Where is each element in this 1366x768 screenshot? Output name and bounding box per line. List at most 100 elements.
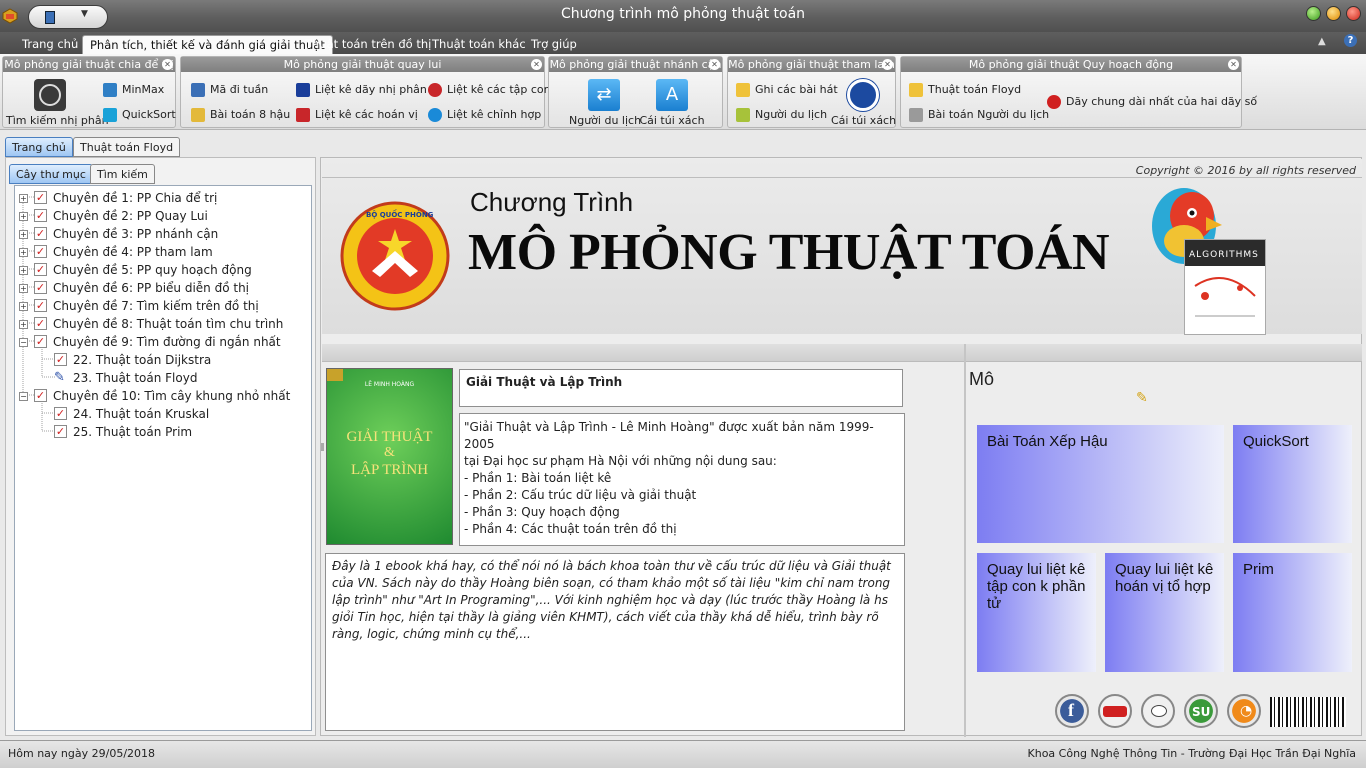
greedy-knapsack-button[interactable]: Cái túi xách	[831, 79, 896, 127]
banner-title: MÔ PHỎNG THUẬT TOÁN	[468, 224, 1110, 281]
mobile-illustration	[1194, 277, 1256, 317]
collapse-ribbon-icon[interactable]: ▲	[1318, 36, 1326, 47]
minimize-button[interactable]	[1306, 6, 1321, 21]
tab-phan-tich[interactable]: Phân tích, thiết kế và đánh giá giải thu…	[82, 35, 333, 54]
expand-icon[interactable]: +	[19, 320, 28, 329]
tree-node[interactable]: + ✓ Chuyên đề 4: PP tham lam	[15, 243, 311, 261]
main-panel: Copyright © 2016 by all rights reserved …	[320, 157, 1362, 737]
tab-khac[interactable]: Thuật toán khác	[425, 35, 533, 54]
tree-node-label: Chuyên đề 3: PP nhánh cận	[53, 227, 219, 241]
tile-prim[interactable]: Prim	[1233, 553, 1352, 672]
tile-quicksort[interactable]: QuickSort	[1233, 425, 1352, 543]
expand-icon[interactable]: +	[19, 266, 28, 275]
tree-node-label: Chuyên đề 9: Tìm đường đi ngắn nhất	[53, 335, 281, 349]
bnb-tsp-button[interactable]: ⇄ Người du lịch	[569, 79, 641, 127]
tree-node[interactable]: + ✓ Chuyên đề 1: PP Chia để trị	[15, 189, 311, 207]
collapse-icon[interactable]: −	[19, 338, 28, 347]
description-line: - Phần 1: Bài toán liệt kê	[464, 471, 612, 485]
tree-node[interactable]: + ✓ Chuyên đề 6: PP biểu diễn đồ thị	[15, 279, 311, 297]
expand-icon[interactable]: +	[19, 212, 28, 221]
doc-tab-home[interactable]: Trang chủ	[5, 137, 73, 157]
pencil-icon[interactable]: ✎	[54, 369, 65, 387]
tree-node-label: Chuyên đề 7: Tìm kiếm trên đồ thị	[53, 299, 259, 313]
splitter[interactable]	[964, 344, 966, 737]
binary-search-label: Tìm kiếm nhị phân	[6, 114, 109, 127]
tree-leaf[interactable]: ✎ 23. Thuật toán Floyd	[15, 369, 311, 387]
maximize-button[interactable]	[1326, 6, 1341, 21]
expand-icon[interactable]: +	[19, 194, 28, 203]
splitter-grip[interactable]	[321, 443, 324, 451]
tree-node[interactable]: − ✓ Chuyên đề 10: Tìm cây khung nhỏ nhất	[15, 387, 311, 405]
group-close-icon[interactable]: ✕	[162, 59, 173, 70]
lcs-icon	[1047, 95, 1061, 109]
rss-icon[interactable]: ◔	[1227, 694, 1261, 728]
group-title: Mô phỏng giải thuật quay lui	[181, 57, 544, 72]
status-date: Hôm nay ngày 29/05/2018	[8, 747, 156, 760]
group-close-icon[interactable]: ✕	[882, 59, 893, 70]
tree-leaf[interactable]: ✓ 25. Thuật toán Prim	[15, 423, 311, 441]
checkbox-checked-icon[interactable]: ✓	[34, 263, 47, 276]
group-close-icon[interactable]: ✕	[709, 59, 720, 70]
group-close-icon[interactable]: ✕	[1228, 59, 1239, 70]
checkbox-checked-icon[interactable]: ✓	[34, 209, 47, 222]
close-button[interactable]	[1346, 6, 1361, 21]
bookmark-icon	[327, 369, 343, 381]
minmax-icon	[103, 83, 117, 97]
tile-permutations[interactable]: Quay lui liệt kê hoán vị tổ hợp	[1105, 553, 1224, 672]
checkbox-checked-icon[interactable]: ✓	[34, 245, 47, 258]
help-icon[interactable]: ?	[1344, 34, 1357, 47]
tab-do-thi[interactable]: Thuật toán trên đồ thị	[298, 35, 438, 54]
expand-icon[interactable]: +	[19, 230, 28, 239]
tab-search[interactable]: Tìm kiếm	[90, 164, 155, 184]
expand-icon[interactable]: +	[19, 248, 28, 257]
tree-node[interactable]: + ✓ Chuyên đề 5: PP quy hoạch động	[15, 261, 311, 279]
group-close-icon[interactable]: ✕	[531, 59, 542, 70]
ribbon-tab-bar: Trang chủ Phân tích, thiết kế và đánh gi…	[0, 32, 1366, 54]
reddit-icon[interactable]	[1141, 694, 1175, 728]
doc-tab-floyd[interactable]: Thuật toán Floyd	[73, 137, 181, 157]
tab-tro-giup[interactable]: Trợ giúp	[524, 35, 584, 54]
checkbox-checked-icon[interactable]: ✓	[54, 425, 67, 438]
tiles-section-header	[966, 344, 1362, 362]
stumbleupon-icon[interactable]: SU	[1184, 694, 1218, 728]
youtube-icon[interactable]	[1098, 694, 1132, 728]
facebook-icon[interactable]: f	[1055, 694, 1089, 728]
note-icon	[736, 83, 750, 97]
binary-search-button[interactable]: Tìm kiếm nhị phân	[6, 79, 109, 127]
tree-leaf[interactable]: ✓ 22. Thuật toán Dijkstra	[15, 351, 311, 369]
tree-node[interactable]: + ✓ Chuyên đề 3: PP nhánh cận	[15, 225, 311, 243]
book-cover[interactable]: LÊ MINH HOÀNG GIẢI THUẬT & LẬP TRÌNH	[326, 368, 453, 545]
checkbox-checked-icon[interactable]: ✓	[34, 281, 47, 294]
checkbox-checked-icon[interactable]: ✓	[34, 389, 47, 402]
checkbox-checked-icon[interactable]: ✓	[54, 407, 67, 420]
group-quy-hoach-dong: Mô phỏng giải thuật Quy hoạch động ✕ Thu…	[900, 56, 1257, 128]
tile-eight-queens[interactable]: Bài Toán Xếp Hậu	[977, 425, 1224, 543]
ribbon: Mô phỏng giải thuật chia để trị ✕ Tìm ki…	[0, 54, 1366, 130]
checkbox-checked-icon[interactable]: ✓	[34, 191, 47, 204]
document-tabs: Trang chủ Thuật toán Floyd	[0, 131, 1366, 157]
tree-node[interactable]: + ✓ Chuyên đề 7: Tìm kiếm trên đồ thị	[15, 297, 311, 315]
group-title: Mô phỏng giải thuật Quy hoạch động	[901, 57, 1241, 72]
topic-tree[interactable]: + ✓ Chuyên đề 1: PP Chia để trị + ✓ Chuyên đề…	[14, 185, 312, 731]
banner: Copyright © 2016 by all rights reserved …	[322, 159, 1362, 335]
tree-node[interactable]: + ✓ Chuyên đề 8: Thuật toán tìm chu trình	[15, 315, 311, 333]
tree-leaf[interactable]: ✓ 24. Thuật toán Kruskal	[15, 405, 311, 423]
checkbox-checked-icon[interactable]: ✓	[34, 299, 47, 312]
tree-node-label: Chuyên đề 6: PP biểu diễn đồ thị	[53, 281, 250, 295]
bnb-knapsack-button[interactable]: A Cái túi xách	[637, 79, 707, 127]
collapse-icon[interactable]: −	[19, 392, 28, 401]
tree-node[interactable]: − ✓ Chuyên đề 9: Tìm đường đi ngắn nhất	[15, 333, 311, 351]
tree-node-label: Chuyên đề 1: PP Chia để trị	[53, 191, 218, 205]
tile-subsets[interactable]: Quay lui liệt kê tập con k phần tử	[977, 553, 1096, 672]
tree-node[interactable]: + ✓ Chuyên đề 2: PP Quay Lui	[15, 207, 311, 225]
checkbox-checked-icon[interactable]: ✓	[34, 335, 47, 348]
expand-icon[interactable]: +	[19, 302, 28, 311]
checkbox-checked-icon[interactable]: ✓	[34, 227, 47, 240]
group-quay-lui: Mô phỏng giải thuật quay lui ✕ Mã đi tuầ…	[180, 56, 551, 128]
expand-icon[interactable]: +	[19, 284, 28, 293]
tab-trang-chu[interactable]: Trang chủ	[15, 35, 85, 54]
tab-tree[interactable]: Cây thư mục	[9, 164, 93, 184]
checkbox-checked-icon[interactable]: ✓	[54, 353, 67, 366]
group-title: Mô phỏng giải thuật tham lam	[728, 57, 895, 72]
checkbox-checked-icon[interactable]: ✓	[34, 317, 47, 330]
